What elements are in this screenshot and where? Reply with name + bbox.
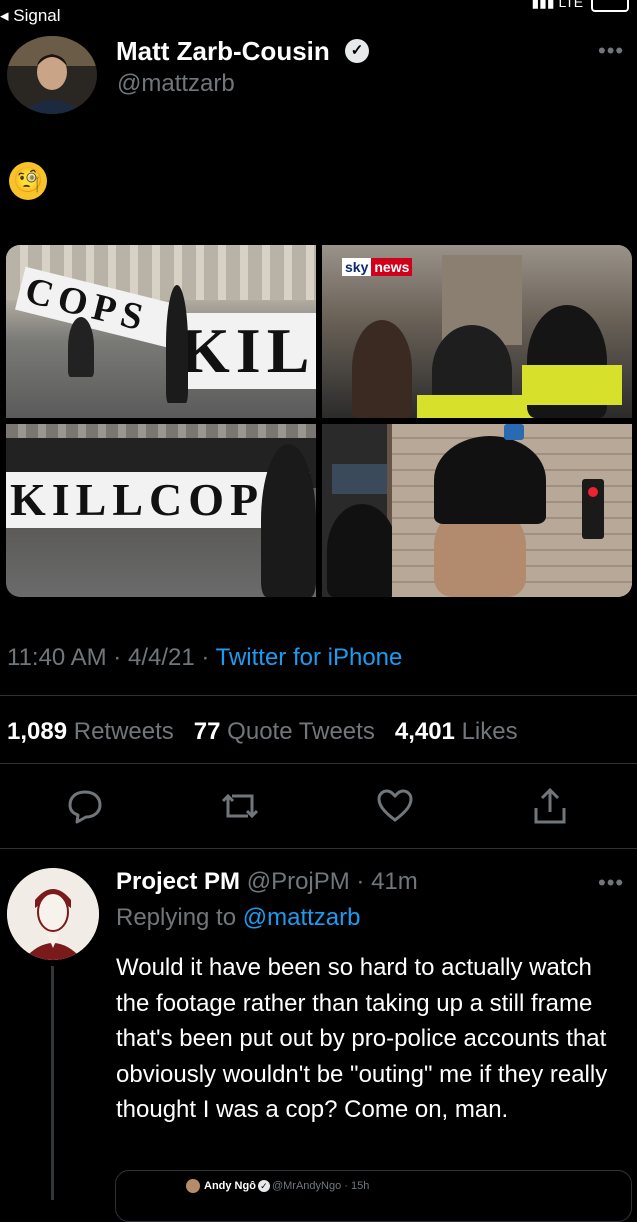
protester-figure (166, 285, 188, 403)
masked-figure (327, 504, 397, 597)
author-avatar[interactable] (7, 36, 97, 114)
news-logo-text: news (371, 258, 413, 276)
quoted-author-handle: @MrAndyNgo (271, 1179, 342, 1192)
retweets-label: Retweets (73, 718, 174, 745)
media-photo-3[interactable]: KILLCOPS (6, 424, 316, 597)
tweet-date: 4/4/21 (127, 644, 195, 671)
media-photo-2[interactable]: sky news (322, 245, 632, 418)
red-light (588, 487, 598, 497)
status-indicators: ▮▮▮ LTE (531, 0, 629, 13)
hi-vis-vest (522, 365, 622, 405)
avatar-portrait-image (7, 36, 97, 114)
hi-vis-vest (417, 395, 537, 418)
sky-logo-text: sky (342, 258, 372, 276)
status-bar: ◂ Signal ▮▮▮ LTE (0, 0, 637, 34)
reply-more-options-icon[interactable]: ••• (598, 870, 624, 896)
back-to-signal-link[interactable]: ◂ Signal (0, 6, 61, 26)
reply-icon[interactable] (65, 786, 105, 826)
like-heart-icon[interactable] (375, 786, 415, 826)
replying-to-handle[interactable]: @mattzarb (243, 904, 361, 931)
quoted-author-name: Andy Ngô (204, 1179, 256, 1192)
reply-author-avatar[interactable] (7, 868, 99, 960)
media-photo-1[interactable]: COPS KIL (6, 245, 316, 418)
author-name[interactable]: Matt Zarb-Cousin (116, 36, 330, 67)
reply-age: 41m (371, 868, 418, 895)
thread-connector-line (51, 966, 54, 1200)
banner-text-bottom: KIL (174, 313, 316, 389)
sky-news-logo: sky news (342, 258, 413, 276)
more-options-icon[interactable]: ••• (598, 38, 624, 64)
reply-author-name[interactable]: Project PM (116, 868, 240, 895)
signal-bars-icon: ▮▮▮ (531, 0, 555, 10)
quoted-tweet-header: Andy Ngô ✓ @MrAndyNgo · 15h (186, 1179, 369, 1193)
divider (0, 763, 637, 764)
likes-label: Likes (461, 718, 518, 745)
likes-count: 4,401 (394, 718, 455, 745)
reply-author-line: Project PM @ProjPM · 41m (116, 868, 418, 895)
police-helmet-icon (434, 436, 546, 524)
crowd-figure (352, 320, 412, 418)
media-photo-4[interactable] (322, 424, 632, 597)
battery-icon (591, 0, 629, 13)
share-icon[interactable] (530, 786, 570, 826)
reply-body-text: Would it have been so hard to actually w… (116, 954, 608, 1123)
reply-author-handle[interactable]: @ProjPM (247, 868, 350, 895)
tweet-timestamp: 11:40 AM · 4/4/21 · Twitter for iPhone (7, 644, 403, 671)
tweet-text-emoji: 🧐 (9, 162, 47, 200)
retweets-stat[interactable]: 1,089 Retweets (7, 718, 174, 745)
tweet-source-link[interactable]: Twitter for iPhone (216, 644, 403, 671)
helmet-light (504, 424, 524, 440)
verified-badge-icon: ✓ (345, 39, 369, 63)
media-grid: COPS KIL sky news KILLCOPS (6, 245, 632, 597)
retweets-count: 1,089 (7, 718, 68, 745)
replying-to-line: Replying to @mattzarb (116, 904, 360, 932)
tweet-time: 11:40 AM (7, 644, 107, 671)
avatar-illustration-image (7, 868, 99, 960)
quotes-count: 77 (193, 718, 221, 745)
quoted-verified-badge-icon: ✓ (257, 1180, 270, 1192)
network-label: LTE (558, 0, 584, 10)
protester-figure (261, 444, 316, 597)
protester-figure (68, 317, 94, 377)
replying-label: Replying to (116, 904, 237, 931)
quotes-stat[interactable]: 77 Quote Tweets (194, 718, 375, 745)
quoted-age: 15h (350, 1179, 370, 1192)
station-sign (332, 464, 387, 494)
quoted-author-avatar (186, 1179, 200, 1193)
divider (0, 848, 637, 849)
quotes-label: Quote Tweets (227, 718, 375, 745)
quoted-tweet-card[interactable]: Andy Ngô ✓ @MrAndyNgo · 15h (115, 1170, 632, 1222)
divider (0, 695, 637, 696)
likes-stat[interactable]: 4,401 Likes (395, 718, 518, 745)
retweet-icon[interactable] (220, 786, 260, 826)
tweet-stats: 1,089 Retweets 77 Quote Tweets 4,401 Lik… (7, 718, 518, 746)
author-handle[interactable]: @mattzarb (117, 70, 235, 98)
